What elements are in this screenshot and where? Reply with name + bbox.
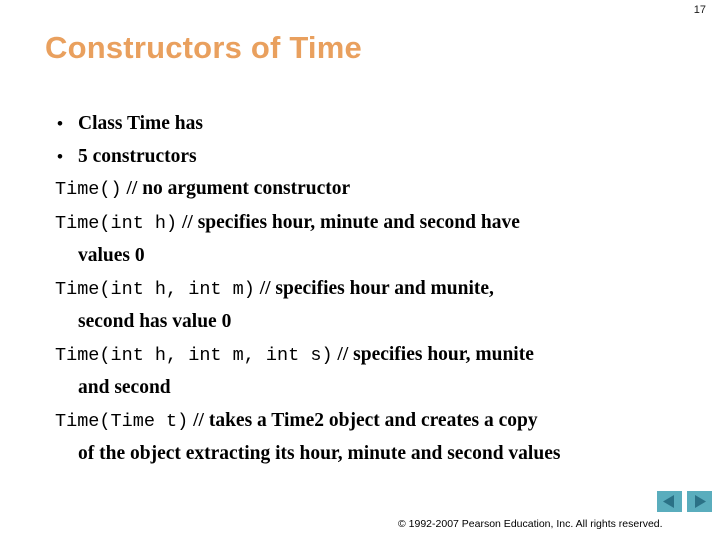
- constructor-signature: Time(): [55, 179, 122, 200]
- slide-body: • Class Time has • 5 constructors Time()…: [55, 108, 695, 471]
- constructor-signature: Time(int h, int m): [55, 278, 255, 300]
- arrow-left-icon: [657, 491, 682, 512]
- constructor-comment: // specifies hour, munite: [337, 343, 534, 365]
- constructor-comment-continuation: values 0: [78, 245, 145, 266]
- list-item-label: 5 constructors: [78, 145, 197, 167]
- constructor-entry: Time() // no argument constructor: [55, 173, 695, 207]
- constructor-entry: Time(int h, int m) // specifies hour and…: [55, 273, 695, 339]
- list-item-label: Class Time has: [78, 113, 203, 134]
- constructor-signature: Time(int h): [55, 212, 178, 234]
- previous-slide-button[interactable]: [657, 491, 682, 512]
- constructor-comment-continuation: of the object extracting its hour, minut…: [78, 443, 561, 464]
- page-title: Constructors of Time: [45, 30, 362, 65]
- bullet-icon: •: [57, 146, 63, 166]
- constructor-comment-continuation: and second: [78, 377, 171, 398]
- constructor-comment: // no argument constructor: [126, 178, 351, 199]
- list-item: • 5 constructors: [55, 141, 695, 174]
- constructor-comment: // specifies hour and munite,: [259, 277, 494, 299]
- constructor-comment: // specifies hour, minute and second hav…: [182, 211, 520, 233]
- constructor-entry: Time(int h, int m, int s) // specifies h…: [55, 339, 695, 405]
- arrow-right-icon: [687, 491, 712, 512]
- list-item: • Class Time has: [55, 108, 695, 141]
- constructor-signature: Time(int h, int m, int s): [55, 344, 333, 366]
- constructor-comment-continuation: second has value 0: [78, 311, 232, 332]
- copyright-notice: © 1992-2007 Pearson Education, Inc. All …: [398, 518, 663, 530]
- constructor-signature: Time(Time t): [55, 410, 189, 432]
- next-slide-button[interactable]: [687, 491, 712, 512]
- slide-navigation: [657, 491, 715, 513]
- constructor-comment: // takes a Time2 object and creates a co…: [193, 409, 538, 431]
- constructor-entry: Time(int h) // specifies hour, minute an…: [55, 207, 695, 273]
- bullet-icon: •: [57, 114, 63, 133]
- page-number: 17: [693, 4, 706, 16]
- slide-canvas: 17 Constructors of Time • Class Time has…: [0, 0, 720, 540]
- constructor-entry: Time(Time t) // takes a Time2 object and…: [55, 405, 695, 471]
